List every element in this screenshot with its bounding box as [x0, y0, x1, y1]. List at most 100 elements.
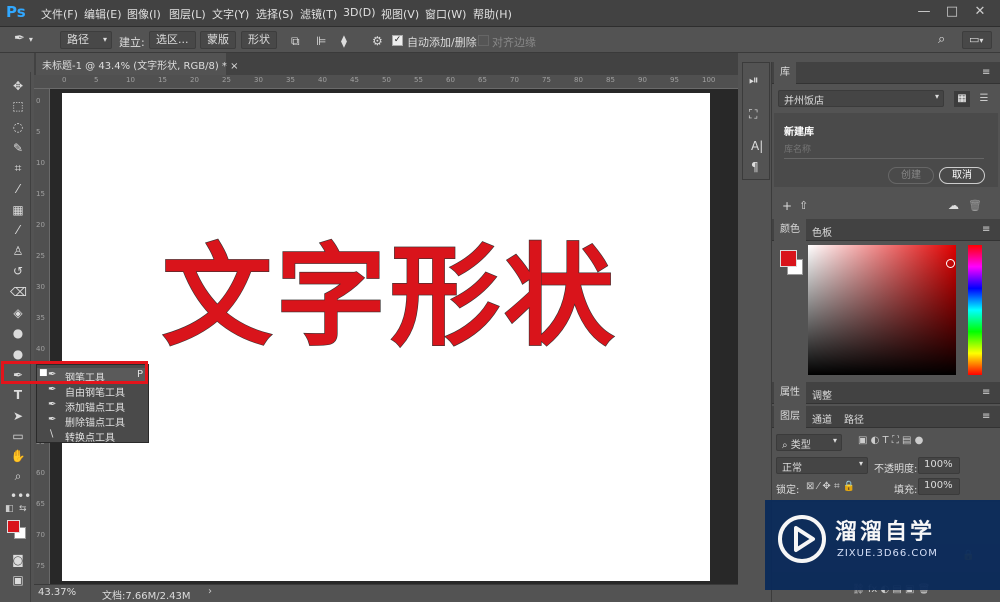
- menu-image[interactable]: 图像(I): [127, 6, 161, 22]
- blur-tool-icon[interactable]: ●: [10, 325, 26, 341]
- panel-menu-icon[interactable]: ≡: [982, 67, 990, 78]
- tab-paths[interactable]: 路径: [844, 411, 864, 426]
- panel-menu-icon[interactable]: ≡: [982, 224, 990, 235]
- auto-add-delete-checkbox[interactable]: ✓: [392, 35, 403, 46]
- tab-channels[interactable]: 通道: [812, 411, 832, 426]
- menu-3d[interactable]: 3D(D): [343, 6, 376, 19]
- paths-panel-icon[interactable]: ⛶: [749, 107, 757, 122]
- history-panel-icon[interactable]: ⏯: [749, 73, 759, 88]
- cloud-sync-icon[interactable]: ☁: [948, 199, 959, 212]
- tab-swatches[interactable]: 色板: [812, 224, 832, 239]
- path-arrangement-icon[interactable]: ⧫: [341, 34, 347, 48]
- type-tool-icon[interactable]: T: [10, 387, 26, 403]
- list-view-icon[interactable]: ☰: [976, 91, 992, 107]
- add-icon[interactable]: +: [782, 199, 792, 213]
- trash-icon[interactable]: 🗑: [968, 199, 982, 212]
- brush-tool-icon[interactable]: ⁄: [10, 222, 26, 238]
- mode-select[interactable]: 路径 ▾: [60, 31, 112, 49]
- rectangle-tool-icon[interactable]: ▭: [10, 428, 26, 444]
- text-shape[interactable]: 文字形状: [161, 232, 618, 361]
- default-colors-icon[interactable]: ◧: [5, 504, 14, 514]
- menu-view[interactable]: 视图(V): [381, 6, 419, 22]
- pen-preset-picker[interactable]: ✒ ▾: [14, 31, 48, 49]
- menu-select[interactable]: 选择(S): [256, 6, 294, 22]
- color-fg-swatch[interactable]: [780, 250, 797, 267]
- crop-tool-icon[interactable]: ⌗: [10, 160, 26, 176]
- status-menu-icon[interactable]: ›: [208, 586, 212, 597]
- tab-library[interactable]: 库: [774, 62, 796, 84]
- gear-icon[interactable]: ⚙: [372, 34, 383, 48]
- maximize-button[interactable]: □: [944, 4, 960, 20]
- create-button[interactable]: 创建: [888, 167, 934, 184]
- menu-filter[interactable]: 滤镜(T): [300, 6, 337, 22]
- library-dropdown[interactable]: 并州饭店 ▾: [778, 90, 944, 107]
- library-name-input[interactable]: [784, 141, 984, 159]
- paragraph-panel-icon[interactable]: ¶: [751, 160, 759, 174]
- tab-color[interactable]: 颜色: [774, 219, 806, 241]
- mask-button[interactable]: 蒙版: [200, 31, 236, 49]
- align-edges-checkbox[interactable]: [478, 35, 489, 46]
- character-panel-icon[interactable]: A|: [751, 139, 763, 153]
- lasso-tool-icon[interactable]: ◌: [10, 119, 26, 135]
- flyout-item-delete-anchor-tool[interactable]: 删除锚点工具: [65, 414, 125, 429]
- panel-menu-icon[interactable]: ≡: [982, 411, 990, 422]
- eraser-tool-icon[interactable]: ⌫: [10, 284, 27, 300]
- tab-layers[interactable]: 图层: [774, 406, 806, 428]
- opacity-input[interactable]: 100%: [918, 457, 960, 474]
- foreground-color-swatch[interactable]: [7, 520, 20, 533]
- quick-mask-icon[interactable]: ◙: [10, 552, 26, 568]
- document-canvas[interactable]: 文字形状: [62, 93, 710, 581]
- make-selection-button[interactable]: 选区...: [149, 31, 196, 49]
- tab-properties[interactable]: 属性: [774, 382, 806, 404]
- search-icon[interactable]: ⌕: [938, 32, 945, 47]
- menu-type[interactable]: 文字(Y): [212, 6, 249, 22]
- history-brush-tool-icon[interactable]: ↺: [10, 263, 26, 279]
- eyedropper-tool-icon[interactable]: ⁄: [10, 181, 26, 197]
- minimize-button[interactable]: —: [916, 4, 932, 20]
- layer-filter-select[interactable]: ⌕ 类型 ▾: [776, 434, 842, 451]
- dodge-tool-icon[interactable]: ●: [10, 346, 26, 362]
- workspace-switcher[interactable]: ▭▾: [962, 31, 992, 49]
- color-saturation-field[interactable]: [808, 245, 956, 375]
- grid-view-icon[interactable]: ▦: [954, 91, 970, 107]
- marquee-tool-icon[interactable]: ⬚: [10, 98, 26, 114]
- edit-toolbar-icon[interactable]: •••: [10, 488, 31, 504]
- menu-file[interactable]: 文件(F): [41, 6, 78, 22]
- menu-window[interactable]: 窗口(W): [425, 6, 466, 22]
- layer-filter-icons[interactable]: ▣ ◐ T ⛶ ▤ ●: [858, 435, 923, 446]
- blend-mode-select[interactable]: 正常 ▾: [776, 457, 868, 474]
- document-tab[interactable]: 未标题-1 @ 43.4% (文字形状, RGB/8) * ×: [36, 53, 238, 75]
- clone-stamp-tool-icon[interactable]: ♙: [10, 243, 26, 259]
- close-icon[interactable]: ×: [230, 61, 238, 72]
- path-alignment-icon[interactable]: ⊫: [316, 34, 326, 48]
- zoom-level[interactable]: 43.37%: [38, 587, 76, 598]
- shape-button[interactable]: 形状: [241, 31, 277, 49]
- color-picker-handle[interactable]: [946, 259, 955, 268]
- hand-tool-icon[interactable]: ✋: [10, 448, 26, 464]
- paint-bucket-tool-icon[interactable]: ◈: [10, 305, 26, 321]
- tab-adjustments[interactable]: 调整: [812, 387, 832, 402]
- zoom-tool-icon[interactable]: ⌕: [10, 468, 26, 484]
- healing-brush-tool-icon[interactable]: ▦: [10, 202, 26, 218]
- lock-icons[interactable]: ⊠ ⁄ ✥ ⌗ 🔒: [806, 481, 855, 492]
- flyout-item-convert-point-tool[interactable]: 转换点工具: [65, 429, 115, 444]
- hue-slider[interactable]: [968, 245, 982, 375]
- flyout-item-freeform-pen-tool[interactable]: 自由钢笔工具: [65, 384, 125, 399]
- menu-edit[interactable]: 编辑(E): [84, 6, 122, 22]
- quick-selection-tool-icon[interactable]: ✎: [10, 140, 26, 156]
- panel-menu-icon[interactable]: ≡: [982, 387, 990, 398]
- menu-help[interactable]: 帮助(H): [473, 6, 512, 22]
- flyout-item-add-anchor-tool[interactable]: 添加锚点工具: [65, 399, 125, 414]
- move-tool-icon[interactable]: ✥: [10, 78, 26, 94]
- upload-icon[interactable]: ⇧: [799, 199, 808, 212]
- ruler-tick-label: 0: [62, 76, 67, 84]
- close-button[interactable]: ✕: [972, 4, 988, 20]
- menu-layer[interactable]: 图层(L): [169, 6, 206, 22]
- path-selection-tool-icon[interactable]: ➤: [10, 408, 26, 424]
- chevron-down-icon: ▾: [979, 36, 984, 45]
- swap-colors-icon[interactable]: ⇆: [19, 504, 27, 514]
- screen-mode-icon[interactable]: ▣: [10, 572, 26, 588]
- path-operations-icon[interactable]: ⧉: [291, 34, 300, 49]
- cancel-button[interactable]: 取消: [939, 167, 985, 184]
- fill-input[interactable]: 100%: [918, 478, 960, 495]
